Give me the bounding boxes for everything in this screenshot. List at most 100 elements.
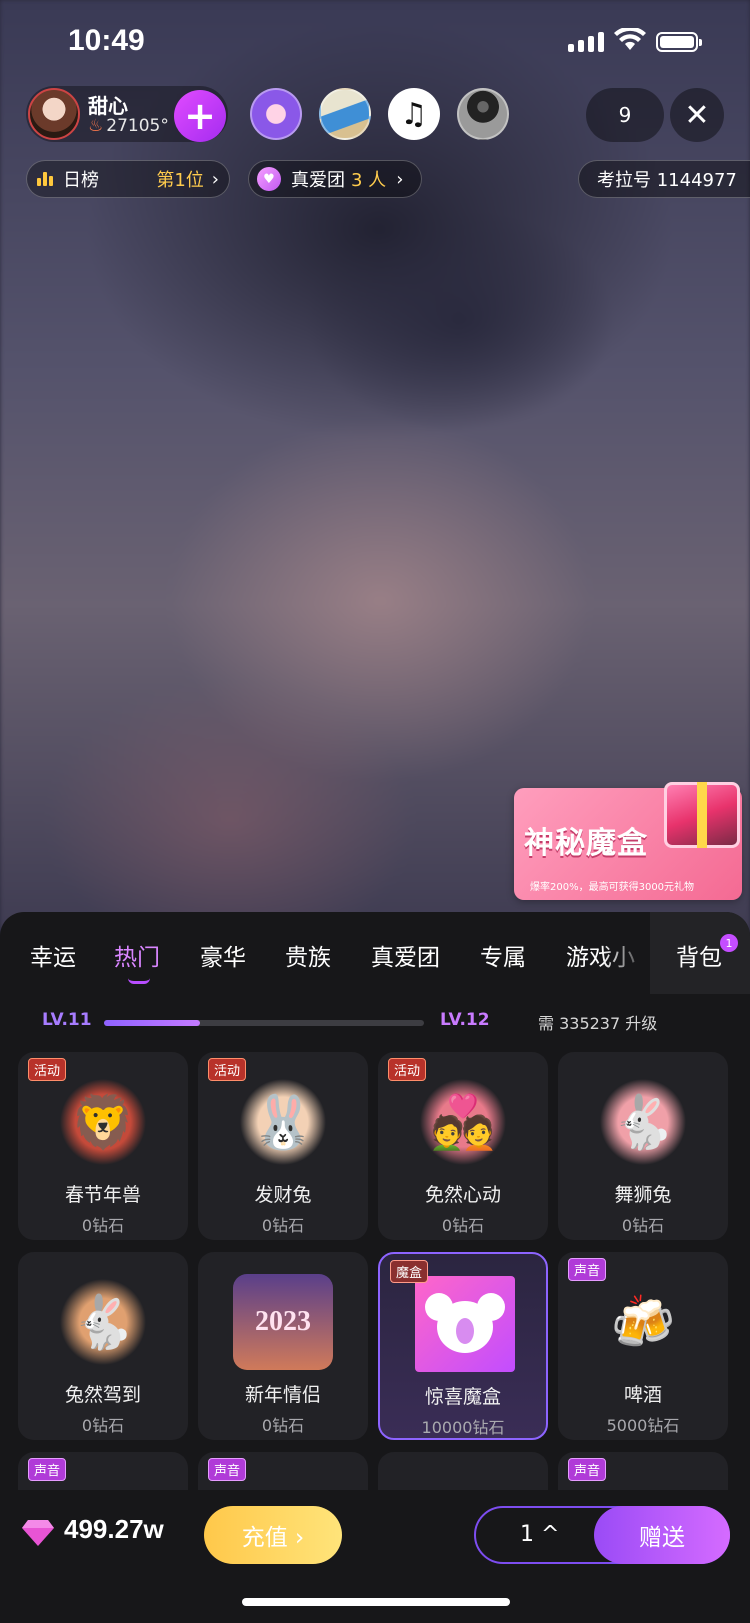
tab-fan-club[interactable]: 真爱团: [371, 938, 440, 972]
gift-price: 0钻石: [621, 1216, 665, 1235]
viewer-avatar[interactable]: [457, 88, 509, 140]
rank-bars-icon: [37, 172, 53, 186]
viewer-avatar[interactable]: ♫: [388, 88, 440, 140]
host-heat: ♨ 27105°: [88, 116, 169, 136]
promo-subtitle: 爆率200%，最高可获得3000元礼物: [530, 882, 695, 893]
gift-tag: 声音: [568, 1458, 607, 1481]
koala-box-icon: [415, 1276, 515, 1372]
gift-name: 免然心动: [424, 1184, 501, 1206]
mystery-box-banner[interactable]: 神秘魔盒 爆率200%，最高可获得3000元礼物: [514, 782, 742, 900]
gift-tag: 活动: [388, 1058, 427, 1081]
battery-icon: [656, 32, 702, 52]
daily-rank-pill[interactable]: 日榜 第1位 ›: [26, 160, 230, 198]
send-button[interactable]: 赠送: [594, 1506, 730, 1564]
new-year-icon: 2023: [233, 1274, 333, 1370]
gift-card[interactable]: [378, 1452, 548, 1490]
gift-name: 发财兔: [254, 1184, 312, 1206]
viewer-avatar[interactable]: [250, 88, 302, 140]
music-note-icon: ♫: [400, 96, 428, 132]
recharge-button[interactable]: 充值 ›: [204, 1506, 342, 1564]
gift-card[interactable]: 🦁 活动 春节年兽 0钻石: [18, 1052, 188, 1240]
promo-title: 神秘魔盒: [524, 826, 648, 861]
gift-card[interactable]: 🐇 兔然驾到 0钻石: [18, 1252, 188, 1440]
new-year-badge: 2023: [255, 1306, 311, 1337]
gift-card[interactable]: 声音: [558, 1452, 728, 1490]
cellular-signal-icon: [568, 32, 604, 52]
koala-icon: [425, 1293, 505, 1353]
tabs-fade: [602, 920, 650, 980]
lion-icon: 🦁: [53, 1074, 153, 1170]
gift-price: 0钻石: [261, 1416, 305, 1435]
rank-label: 日榜: [63, 170, 99, 191]
lion-dance-icon: 🐇: [593, 1074, 693, 1170]
current-level: LV.11: [42, 1010, 92, 1030]
tab-luxury[interactable]: 豪华: [200, 938, 246, 972]
gift-tabs: 幸运 热门 豪华 贵族 真爱团 专属 游戏小 背包 1: [0, 912, 750, 994]
rabbit-icon: 🐰: [233, 1074, 333, 1170]
fan-club-pill[interactable]: ♥ 真爱团 3 人 ›: [248, 160, 422, 198]
gift-card[interactable]: 🐰 活动 发财兔 0钻石: [198, 1052, 368, 1240]
host-heat-value: 27105°: [106, 116, 169, 136]
gift-price: 5000钻石: [606, 1416, 680, 1435]
backpack-badge: 1: [720, 934, 738, 952]
gift-price: 0钻石: [441, 1216, 485, 1235]
gift-card[interactable]: 声音: [198, 1452, 368, 1490]
diamond-balance: 499.27w: [64, 1514, 164, 1544]
gift-price: 10000钻石: [421, 1418, 505, 1437]
fan-club-label: 真爱团: [291, 170, 345, 191]
beer-icon: 🍻: [610, 1292, 676, 1353]
gift-tag: 声音: [208, 1458, 247, 1481]
viewer-avatar[interactable]: [319, 88, 371, 140]
gift-tag: 活动: [208, 1058, 247, 1081]
gift-tag: 魔盒: [390, 1260, 429, 1283]
tab-lucky[interactable]: 幸运: [30, 938, 76, 972]
status-bar: 10:49: [0, 0, 750, 80]
gift-price: 0钻石: [81, 1216, 125, 1235]
gift-card-selected[interactable]: 魔盒 惊喜魔盒 10000钻石: [378, 1252, 548, 1440]
gift-tag: 声音: [568, 1258, 607, 1281]
wifi-icon: [614, 28, 646, 50]
gift-price: 0钻石: [81, 1416, 125, 1435]
viewer-count[interactable]: 9: [586, 88, 664, 142]
quantity-selector[interactable]: 1 ^: [520, 1522, 559, 1547]
diamond-icon: [22, 1520, 54, 1546]
fan-club-count: 3 人: [351, 170, 387, 191]
tab-noble[interactable]: 贵族: [285, 938, 331, 972]
close-button[interactable]: ✕: [670, 88, 724, 142]
tab-exclusive[interactable]: 专属: [480, 938, 526, 972]
heart-icon: ♥: [257, 167, 281, 191]
couple-icon: 💑: [413, 1074, 513, 1170]
level-progress: LV.11 LV.12 需 335237 升级: [0, 1010, 750, 1040]
level-progress-bar: [104, 1020, 424, 1026]
follow-button[interactable]: +: [174, 90, 226, 142]
room-id: 考拉号 1144977: [578, 160, 750, 198]
gift-name: 兔然驾到: [64, 1384, 141, 1406]
active-tab-indicator: [128, 978, 150, 984]
gift-name: 舞狮兔: [614, 1184, 672, 1206]
host-name: 甜心: [88, 94, 128, 118]
gift-name: 惊喜魔盒: [424, 1386, 501, 1408]
tab-hot[interactable]: 热门: [114, 938, 160, 972]
status-time: 10:49: [68, 24, 145, 57]
gift-card[interactable]: 🍻 声音 啤酒 5000钻石: [558, 1252, 728, 1440]
level-progress-fill: [104, 1020, 200, 1026]
gift-price: 0钻石: [261, 1216, 305, 1235]
gift-card[interactable]: 💑 活动 免然心动 0钻石: [378, 1052, 548, 1240]
chevron-right-icon: ›: [396, 168, 404, 190]
next-level: LV.12: [440, 1010, 490, 1030]
send-group: 1 ^ 赠送: [474, 1506, 730, 1564]
gift-card[interactable]: 🐇 舞狮兔 0钻石: [558, 1052, 728, 1240]
host-avatar[interactable]: [28, 88, 80, 140]
tab-backpack[interactable]: 背包: [676, 938, 722, 972]
flame-icon: ♨: [88, 116, 104, 136]
gift-card[interactable]: 声音: [18, 1452, 188, 1490]
level-requirement: 需 335237 升级: [538, 1014, 658, 1033]
rank-value: 第1位: [156, 170, 204, 191]
gift-tag: 声音: [28, 1458, 67, 1481]
rabbit-fairy-icon: 🐇: [53, 1274, 153, 1370]
chevron-right-icon: ›: [211, 168, 219, 190]
gift-name: 春节年兽: [64, 1184, 141, 1206]
home-indicator: [242, 1598, 510, 1606]
gift-name: 啤酒: [623, 1384, 662, 1406]
gift-card[interactable]: 2023 新年情侣 0钻石: [198, 1252, 368, 1440]
